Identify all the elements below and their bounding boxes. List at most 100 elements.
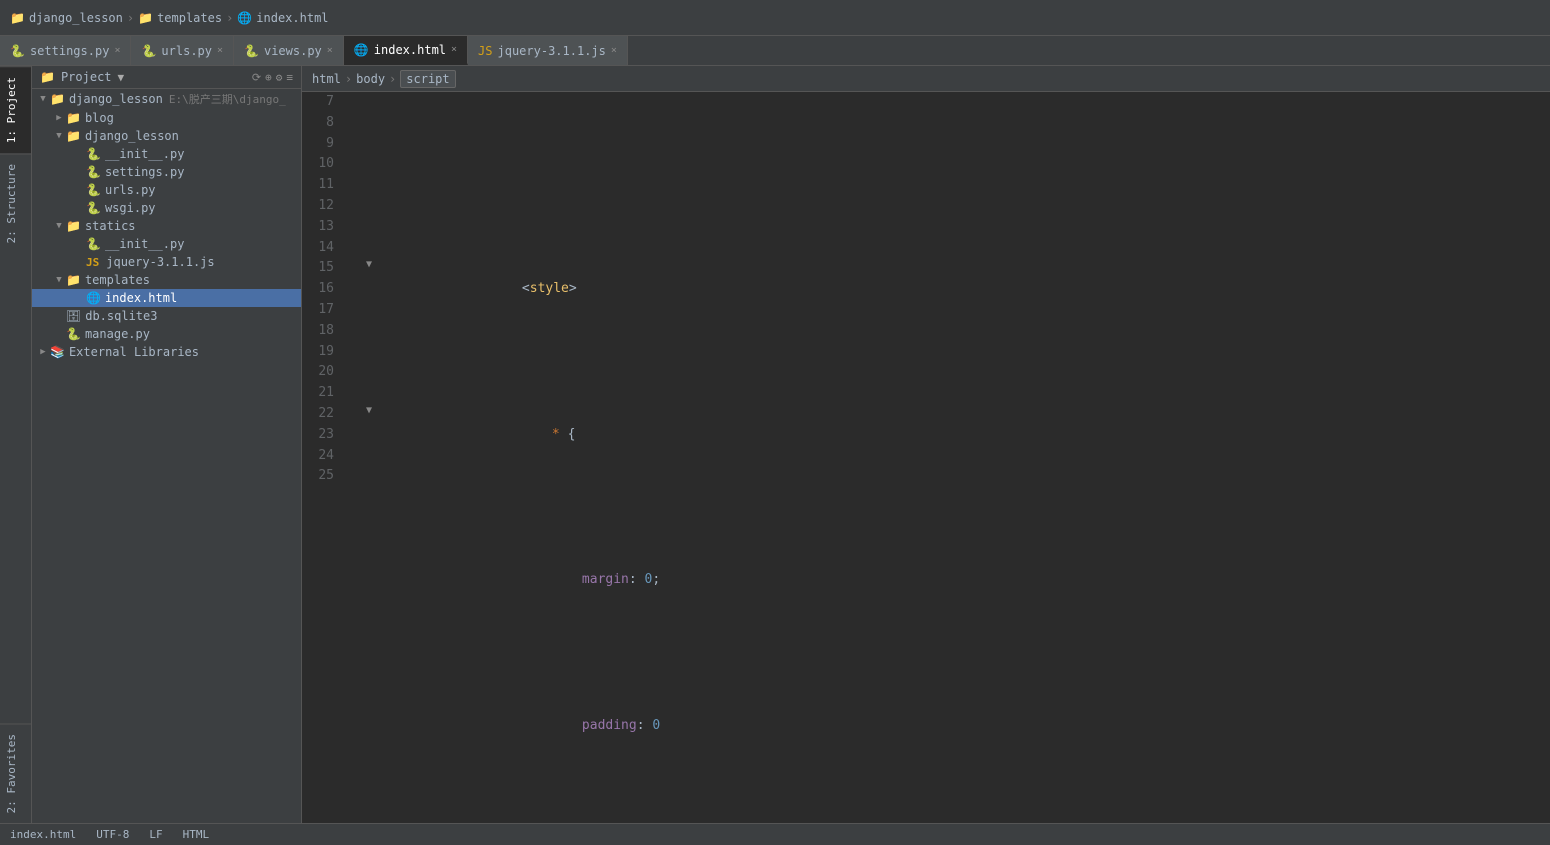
- folder-icon: 📁: [66, 129, 81, 143]
- tree-item-label: blog: [85, 111, 114, 125]
- tab-views[interactable]: 🐍 views.py ×: [234, 36, 344, 65]
- tab-bar: 🐍 settings.py × 🐍 urls.py × 🐍 views.py ×…: [0, 36, 1550, 66]
- line-num-17: 17: [302, 300, 342, 321]
- tree-index-html[interactable]: 🌐 index.html: [32, 289, 301, 307]
- tree-django-lesson-sub[interactable]: ▼ 📁 django_lesson: [32, 127, 301, 145]
- arrow-icon: ▼: [36, 94, 50, 104]
- line-num-7: 7: [302, 92, 342, 113]
- py-icon: 🐍: [86, 183, 101, 197]
- breadcrumb-script-label: script: [406, 72, 449, 86]
- settings-icon[interactable]: ⚙: [276, 71, 283, 84]
- tree-django-lesson-root[interactable]: ▼ 📁 django_lesson E:\脱产三期\django_: [32, 89, 301, 109]
- tab-index[interactable]: 🌐 index.html ×: [344, 36, 468, 65]
- code-container[interactable]: 7 8 9 10 11 12 13 14 15 16 17 18 19 20 2…: [302, 92, 1550, 823]
- code-content[interactable]: ▼ <style> ▼ * { margin: 0;: [352, 92, 1550, 823]
- tab-index-close[interactable]: ×: [451, 44, 457, 55]
- tree-manage-py[interactable]: 🐍 manage.py: [32, 325, 301, 343]
- editor-area: html › body › script 7 8 9 10 11 12 13 1…: [302, 66, 1550, 823]
- folder-icon: 📁: [50, 92, 65, 106]
- code-line-10: margin: 0;: [362, 550, 1540, 612]
- tab-jquery-close[interactable]: ×: [611, 45, 617, 56]
- line-num-19: 19: [302, 342, 342, 363]
- fold-btn-8[interactable]: ▼: [362, 258, 376, 272]
- arrow-icon: ▼: [52, 221, 66, 231]
- side-panels: 1: Project 2: Structure 2: Favorites: [0, 66, 32, 823]
- tree-item-label: settings.py: [105, 165, 184, 179]
- tree-init-py[interactable]: 🐍 __init__.py: [32, 145, 301, 163]
- tab-settings-close[interactable]: ×: [114, 45, 120, 56]
- breadcrumb-body[interactable]: body: [356, 72, 385, 86]
- py-icon: 🐍: [86, 201, 101, 215]
- panel-structure[interactable]: 2: Structure: [0, 153, 31, 253]
- refresh-icon[interactable]: ⟳: [252, 71, 261, 84]
- add-icon[interactable]: ⊕: [265, 71, 272, 84]
- breadcrumb-templates: 📁 templates: [138, 11, 222, 25]
- tab-urls[interactable]: 🐍 urls.py ×: [131, 36, 234, 65]
- tab-urls-label: urls.py: [161, 44, 212, 58]
- tree-item-label: manage.py: [85, 327, 150, 341]
- line-num-20: 20: [302, 362, 342, 383]
- breadcrumb-html[interactable]: html: [312, 72, 341, 86]
- py-icon: 🐍: [86, 237, 101, 251]
- html-icon: 🌐: [86, 291, 101, 305]
- folder-icon: 📁: [10, 11, 25, 25]
- breadcrumb-file: 🌐 index.html: [237, 11, 328, 25]
- tree-urls-py[interactable]: 🐍 urls.py: [32, 181, 301, 199]
- line-num-23: 23: [302, 425, 342, 446]
- line-num-8: 8: [302, 113, 342, 134]
- tree-templates[interactable]: ▼ 📁 templates: [32, 271, 301, 289]
- html-file-icon: 🌐: [237, 11, 252, 25]
- breadcrumb-project-label: django_lesson: [29, 11, 123, 25]
- line-num-9: 9: [302, 134, 342, 155]
- breadcrumb-html-label: html: [312, 72, 341, 86]
- tab-urls-close[interactable]: ×: [217, 45, 223, 56]
- tree-jquery-file[interactable]: JS jquery-3.1.1.js: [32, 253, 301, 271]
- tree-header-label: Project: [61, 70, 112, 84]
- tab-settings-label: settings.py: [30, 44, 109, 58]
- py-icon: 🐍: [10, 44, 25, 58]
- panel-favorites[interactable]: 2: Favorites: [0, 723, 31, 823]
- file-tree: 📁 Project ▼ ⟳ ⊕ ⚙ ≡ ▼ 📁 django_lesson E:…: [32, 66, 302, 823]
- tree-statics[interactable]: ▼ 📁 statics: [32, 217, 301, 235]
- status-file: index.html: [10, 828, 76, 841]
- tab-views-close[interactable]: ×: [327, 45, 333, 56]
- tree-blog[interactable]: ▶ 📁 blog: [32, 109, 301, 127]
- tab-views-label: views.py: [264, 44, 322, 58]
- py-icon: 🐍: [86, 165, 101, 179]
- folder-icon: 📁: [66, 111, 81, 125]
- tree-item-path: E:\脱产三期\django_: [169, 91, 286, 107]
- tree-item-label: __init__.py: [105, 237, 184, 251]
- line-num-18: 18: [302, 321, 342, 342]
- tree-statics-init[interactable]: 🐍 __init__.py: [32, 235, 301, 253]
- tree-item-label: statics: [85, 219, 136, 233]
- status-lang: HTML: [183, 828, 210, 841]
- py-icon-urls: 🐍: [141, 44, 156, 58]
- tab-jquery-label: jquery-3.1.1.js: [498, 44, 606, 58]
- tab-settings[interactable]: 🐍 settings.py ×: [0, 36, 131, 65]
- tree-item-label: External Libraries: [69, 345, 199, 359]
- folder-icon-templates: 📁: [138, 11, 153, 25]
- project-icon: 📁: [40, 70, 55, 84]
- status-bar: index.html UTF-8 LF HTML: [0, 823, 1550, 845]
- line-num-22: 22: [302, 404, 342, 425]
- status-encoding: UTF-8: [96, 828, 129, 841]
- panel-project[interactable]: 1: Project: [0, 66, 31, 153]
- fold-btn-9[interactable]: ▼: [362, 404, 376, 418]
- arrow-icon: ▶: [52, 113, 66, 123]
- main-area: 1: Project 2: Structure 2: Favorites 📁 P…: [0, 66, 1550, 823]
- menu-icon[interactable]: ≡: [286, 71, 293, 84]
- breadcrumb-script[interactable]: script: [400, 70, 455, 88]
- tree-item-label: templates: [85, 273, 150, 287]
- line-num-25: 25: [302, 466, 342, 487]
- tree-header-title: 📁 Project ▼: [40, 70, 124, 84]
- tree-db-sqlite3[interactable]: 🗄 db.sqlite3: [32, 307, 301, 325]
- arrow-icon: ▶: [36, 347, 50, 357]
- tree-item-label: jquery-3.1.1.js: [106, 255, 214, 269]
- tree-wsgi-py[interactable]: 🐍 wsgi.py: [32, 199, 301, 217]
- tree-settings-py[interactable]: 🐍 settings.py: [32, 163, 301, 181]
- breadcrumb-body-label: body: [356, 72, 385, 86]
- tree-external-libs[interactable]: ▶ 📚 External Libraries: [32, 343, 301, 361]
- breadcrumb-file-label: index.html: [256, 11, 328, 25]
- arrow-icon: ▼: [52, 275, 66, 285]
- tab-jquery[interactable]: JS jquery-3.1.1.js ×: [468, 36, 628, 65]
